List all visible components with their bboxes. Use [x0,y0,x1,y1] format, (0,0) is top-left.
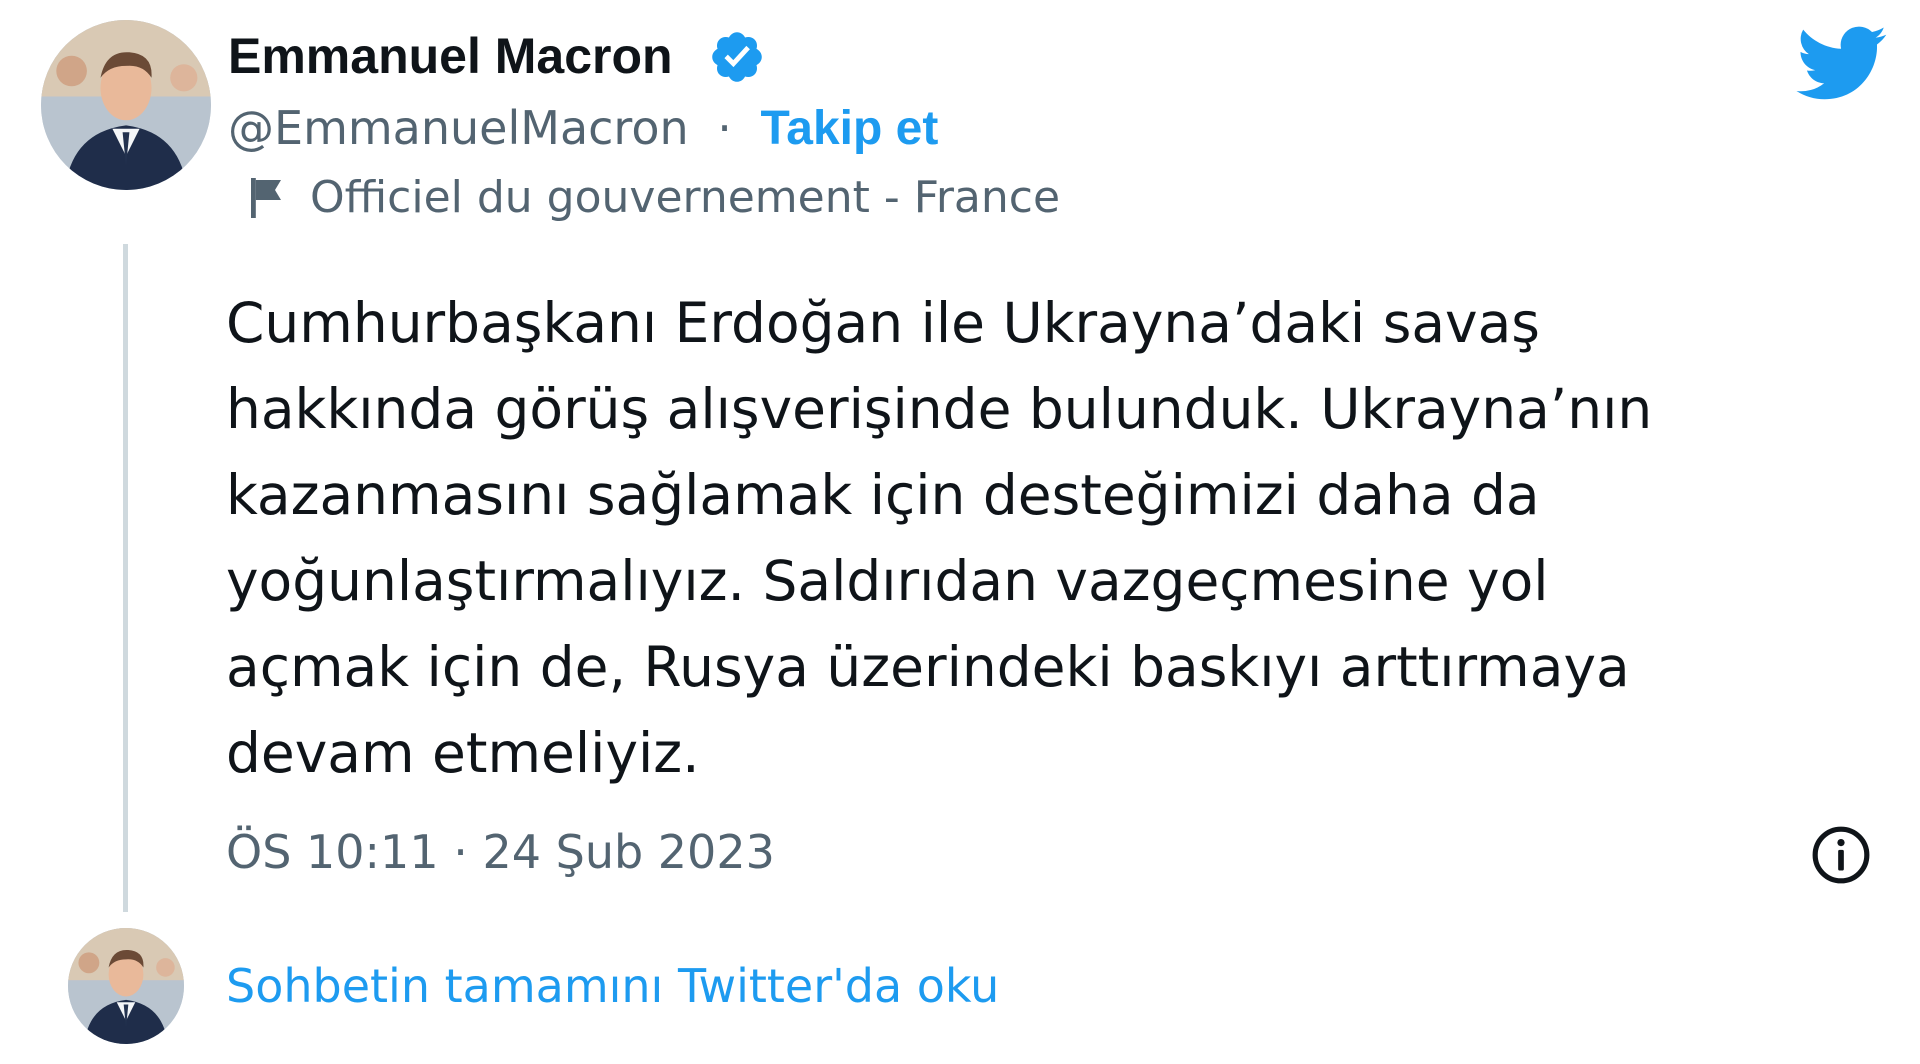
tweet-text-line: açmak için de, Rusya üzerindeki baskıyı … [226,635,1630,699]
thread-line [123,244,128,912]
affiliation-text: Officiel du gouvernement - France [310,172,1061,223]
read-conversation-link[interactable]: Sohbetin tamamını Twitter'da oku [226,956,999,1016]
verified-badge-icon [712,32,762,82]
avatar-image [68,928,184,1044]
tweet-text: Cumhurbaşkanı Erdoğan ile Ukrayna’daki s… [226,280,1886,796]
follow-button[interactable]: Takip et [761,102,939,155]
info-icon[interactable] [1810,824,1872,886]
footer-avatar[interactable] [68,928,184,1044]
tweet-text-line: kazanmasını sağlamak için desteğimizi da… [226,463,1540,527]
tweet-timestamp[interactable]: ÖS 10:11 · 24 Şub 2023 [226,822,775,882]
tweet-text-line: hakkında görüş alışverişinde bulunduk. U… [226,377,1653,441]
twitter-bird-icon[interactable] [1796,26,1888,100]
tweet-text-line: yoğunlaştırmalıyız. Saldırıdan vazgeçmes… [226,549,1549,613]
avatar-image [41,20,211,190]
dot-separator: · [717,101,732,155]
author-name[interactable]: Emmanuel Macron [228,26,673,86]
tweet-text-line: devam etmeliyiz. [226,721,700,785]
author-avatar[interactable] [41,20,211,190]
handle-row: @EmmanuelMacron · Takip et [228,98,938,159]
affiliation-label: Officiel du gouvernement - France [246,168,1060,228]
flag-icon [251,178,281,218]
author-handle[interactable]: @EmmanuelMacron [228,101,689,155]
tweet-text-line: Cumhurbaşkanı Erdoğan ile Ukrayna’daki s… [226,291,1540,355]
